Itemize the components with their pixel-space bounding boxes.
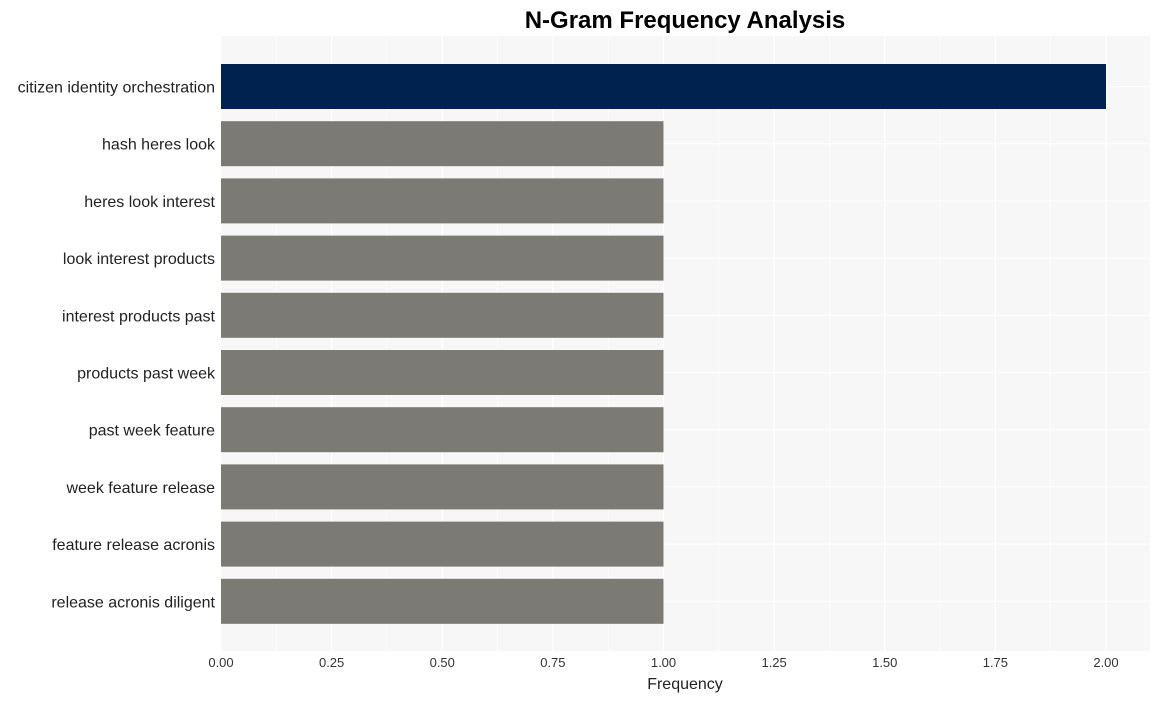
- y-tick-label: interest products past: [62, 308, 216, 325]
- x-tick-label: 2.00: [1093, 655, 1118, 670]
- bar: [221, 292, 664, 338]
- y-axis-labels: citizen identity orchestration hash heres…: [18, 80, 216, 612]
- x-axis-label: Frequency: [647, 676, 723, 693]
- y-tick-label: look interest products: [63, 251, 215, 268]
- chart-title: N-Gram Frequency Analysis: [525, 7, 846, 34]
- y-tick-label: past week feature: [89, 423, 215, 440]
- bar: [221, 64, 1106, 109]
- bar: [221, 464, 664, 510]
- y-tick-label: release acronis diligent: [51, 594, 215, 611]
- y-tick-label: hash heres look: [102, 137, 216, 154]
- y-tick-label: products past week: [77, 366, 216, 383]
- x-tick-label: 0.75: [540, 655, 565, 670]
- y-tick-label: week feature release: [65, 480, 215, 497]
- x-tick-label: 0.25: [319, 655, 344, 670]
- bar: [221, 578, 664, 624]
- y-tick-label: feature release acronis: [52, 537, 215, 554]
- x-axis-ticks: 0.00 0.25 0.50 0.75 1.00 1.25 1.50 1.75 2.00: [208, 655, 1118, 670]
- x-tick-label: 1.00: [651, 655, 676, 670]
- bar: [221, 121, 664, 167]
- y-tick-label: heres look interest: [84, 194, 215, 211]
- bar: [221, 178, 664, 224]
- x-tick-label: 1.75: [983, 655, 1008, 670]
- x-tick-label: 1.25: [761, 655, 786, 670]
- x-tick-label: 1.50: [872, 655, 897, 670]
- bar: [221, 407, 664, 453]
- bar: [221, 350, 664, 395]
- bar: [221, 521, 664, 567]
- y-tick-label: citizen identity orchestration: [18, 80, 215, 97]
- ngram-chart: citizen identity orchestration hash heres…: [18, 7, 1150, 693]
- x-tick-label: 0.00: [208, 655, 233, 670]
- x-tick-label: 0.50: [430, 655, 455, 670]
- bar: [221, 235, 664, 281]
